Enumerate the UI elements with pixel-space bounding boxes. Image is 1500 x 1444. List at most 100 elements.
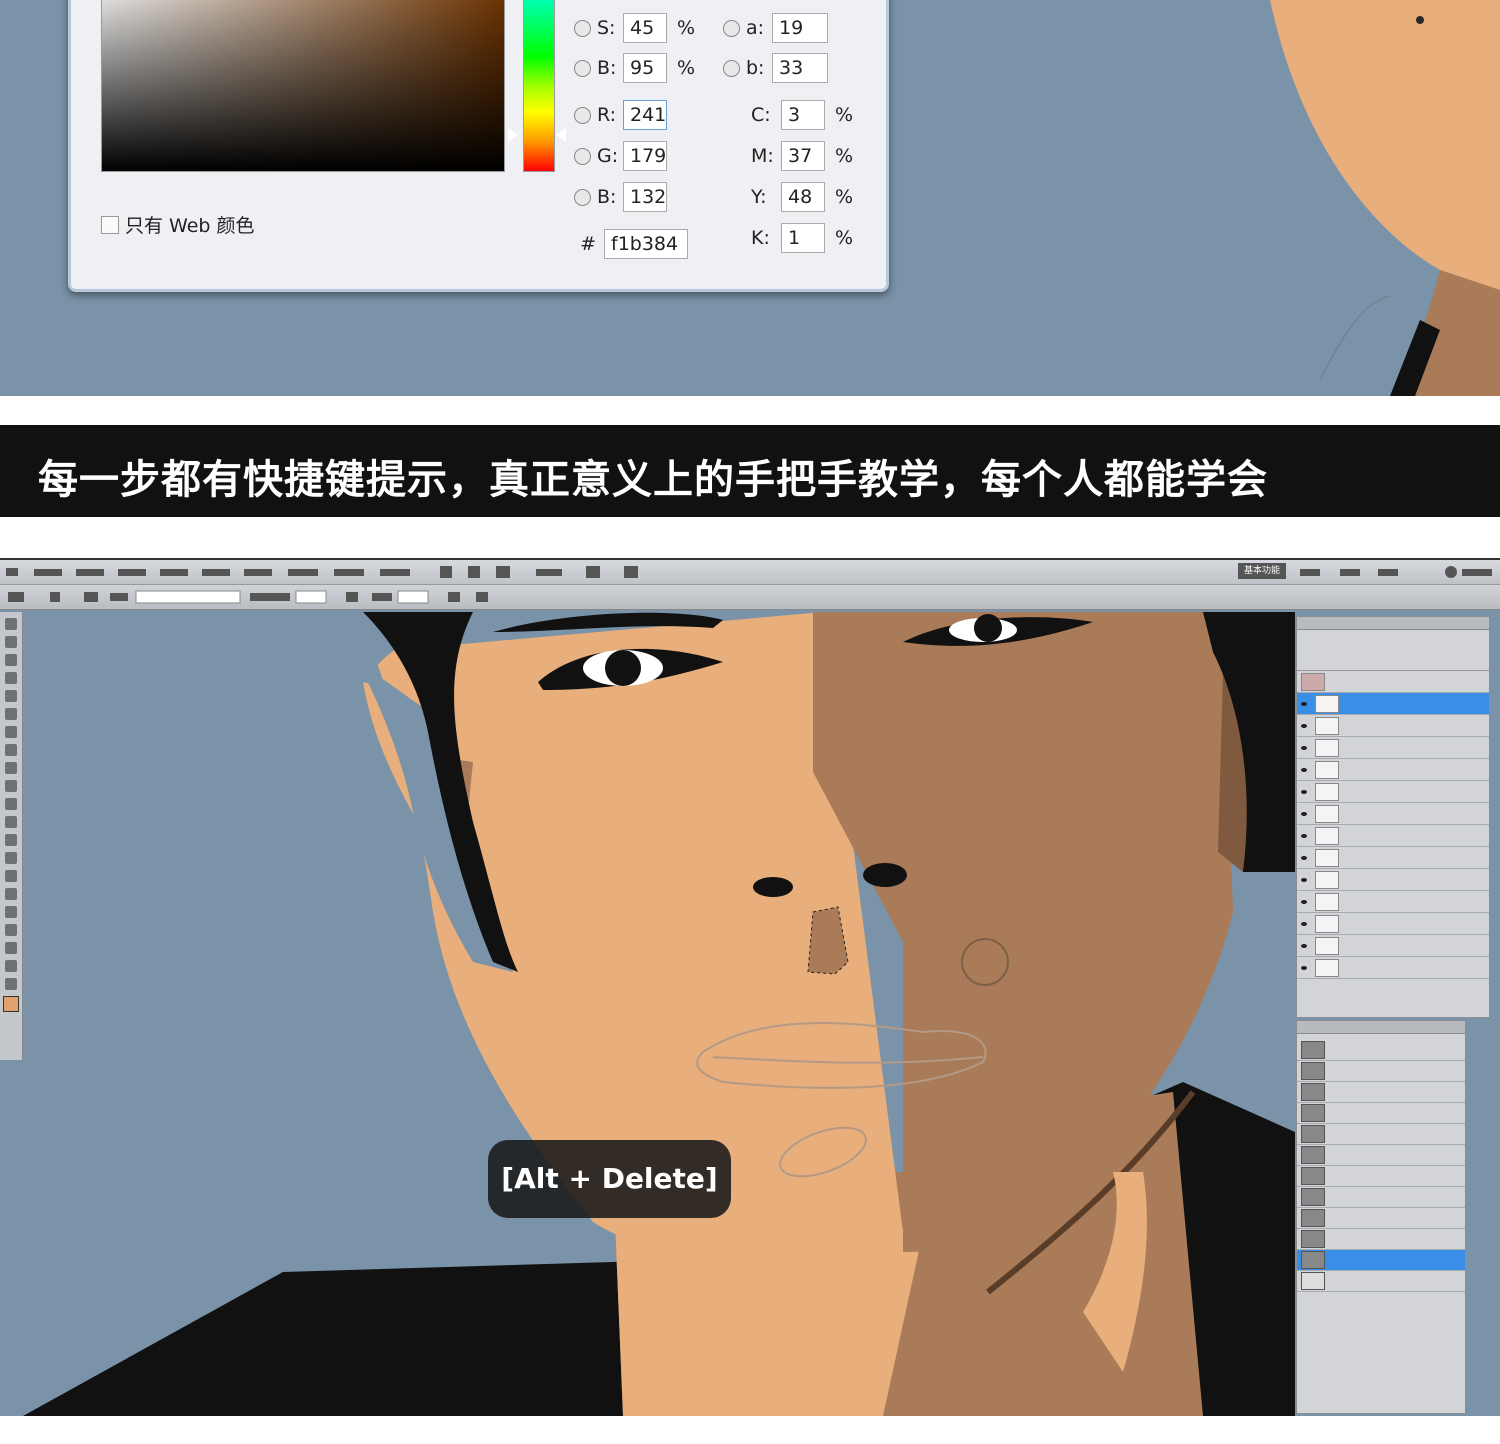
radio-g[interactable] xyxy=(574,147,591,165)
dodge-tool-icon[interactable] xyxy=(5,852,17,864)
radio-a[interactable] xyxy=(723,19,740,37)
web-only-option[interactable]: 只有 Web 颜色 xyxy=(101,211,255,238)
history-state[interactable] xyxy=(1297,1166,1465,1187)
slider-left-arrow-icon[interactable] xyxy=(508,128,518,142)
web-only-label: 只有 Web 颜色 xyxy=(125,215,255,237)
healing-tool-icon[interactable] xyxy=(5,726,17,738)
portrait-fragment xyxy=(1270,0,1500,396)
web-only-checkbox[interactable] xyxy=(101,215,119,234)
history-state[interactable] xyxy=(1297,1040,1465,1061)
layer-row[interactable] xyxy=(1297,715,1489,737)
layer-row[interactable] xyxy=(1297,891,1489,913)
shape-tool-icon[interactable] xyxy=(5,924,17,936)
options-bar xyxy=(0,585,1500,610)
tools-panel xyxy=(0,612,23,1060)
input-b-hsb[interactable]: 95 xyxy=(623,53,667,83)
history-state[interactable] xyxy=(1297,1145,1465,1166)
unit-s: % xyxy=(677,17,696,39)
stamp-tool-icon[interactable] xyxy=(5,762,17,774)
history-state[interactable] xyxy=(1297,1082,1465,1103)
move-tool-icon[interactable] xyxy=(5,618,17,630)
row-b-hsb: B: 95 % xyxy=(574,53,695,83)
input-b-rgb[interactable]: 132 xyxy=(623,182,667,212)
eraser-tool-icon[interactable] xyxy=(5,798,17,810)
layer-row[interactable] xyxy=(1297,957,1489,979)
layers-blend-controls[interactable] xyxy=(1297,630,1489,671)
blur-tool-icon[interactable] xyxy=(5,834,17,846)
label-b-hsb: B: xyxy=(597,57,617,79)
layer-row[interactable] xyxy=(1297,803,1489,825)
history-state[interactable] xyxy=(1297,1103,1465,1124)
input-y[interactable]: 48 xyxy=(781,182,825,212)
layers-panel-header[interactable] xyxy=(1297,617,1489,630)
input-a[interactable]: 19 xyxy=(772,13,828,43)
row-lab-b: b: 33 xyxy=(723,53,828,83)
portrait-canvas[interactable] xyxy=(23,612,1295,1416)
foreground-color-swatch[interactable] xyxy=(3,996,19,1012)
eyedropper-tool-icon[interactable] xyxy=(5,708,17,720)
unit-y: % xyxy=(835,186,854,208)
input-m[interactable]: 37 xyxy=(781,141,825,171)
top-canvas-area: 只有 Web 颜色 S: 45 % B: 95 % R: 241 G: 179 … xyxy=(0,0,1500,396)
layer-row[interactable] xyxy=(1297,869,1489,891)
history-state[interactable] xyxy=(1297,1124,1465,1145)
history-state[interactable] xyxy=(1297,1271,1465,1292)
history-state-selected[interactable] xyxy=(1297,1250,1465,1271)
quick-select-tool-icon[interactable] xyxy=(5,672,17,684)
shortcut-hint: [Alt + Delete] xyxy=(488,1140,731,1218)
layer-row-selected[interactable] xyxy=(1297,693,1489,715)
radio-lab-b[interactable] xyxy=(723,59,740,77)
input-s[interactable]: 45 xyxy=(623,13,667,43)
layer-row[interactable] xyxy=(1297,671,1489,693)
type-tool-icon[interactable] xyxy=(5,888,17,900)
hex-input[interactable]: f1b384 xyxy=(604,229,688,259)
layer-row[interactable] xyxy=(1297,781,1489,803)
radio-s[interactable] xyxy=(574,19,591,37)
label-k: K: xyxy=(751,227,770,249)
label-r: R: xyxy=(597,104,617,126)
marquee-tool-icon[interactable] xyxy=(5,636,17,648)
layer-row[interactable] xyxy=(1297,913,1489,935)
path-select-tool-icon[interactable] xyxy=(5,906,17,918)
menu-bar: 基本功能 xyxy=(0,560,1500,585)
crop-tool-icon[interactable] xyxy=(5,690,17,702)
unit-b-hsb: % xyxy=(677,57,696,79)
radio-b-rgb[interactable] xyxy=(574,188,591,206)
unit-c: % xyxy=(835,104,854,126)
history-brush-tool-icon[interactable] xyxy=(5,780,17,792)
hand-tool-icon[interactable] xyxy=(5,960,17,972)
workspace-switcher[interactable]: 基本功能 xyxy=(1238,563,1286,579)
input-r[interactable]: 241 xyxy=(623,100,667,130)
input-k[interactable]: 1 xyxy=(781,223,825,253)
brush-tool-icon[interactable] xyxy=(5,744,17,756)
label-y: Y: xyxy=(751,186,767,208)
banner-text: 每一步都有快捷键提示，真正意义上的手把手教学，每个人都能学会 xyxy=(38,457,1268,503)
unit-k: % xyxy=(835,227,854,249)
input-c[interactable]: 3 xyxy=(781,100,825,130)
history-state[interactable] xyxy=(1297,1208,1465,1229)
row-c: C: 3 % xyxy=(751,100,853,130)
layer-row[interactable] xyxy=(1297,759,1489,781)
input-g[interactable]: 179 xyxy=(623,141,667,171)
layer-row[interactable] xyxy=(1297,737,1489,759)
color-field[interactable] xyxy=(101,0,505,172)
layer-row[interactable] xyxy=(1297,935,1489,957)
row-m: M: 37 % xyxy=(751,141,853,171)
hue-slider[interactable] xyxy=(523,0,555,172)
radio-r[interactable] xyxy=(574,106,591,124)
history-state[interactable] xyxy=(1297,1061,1465,1082)
3d-tool-icon[interactable] xyxy=(5,942,17,954)
slider-right-arrow-icon[interactable] xyxy=(556,128,566,142)
row-a: a: 19 xyxy=(723,13,828,43)
gradient-tool-icon[interactable] xyxy=(5,816,17,828)
pen-tool-icon[interactable] xyxy=(5,870,17,882)
history-panel-header[interactable] xyxy=(1297,1021,1465,1034)
layer-row[interactable] xyxy=(1297,825,1489,847)
layer-row[interactable] xyxy=(1297,847,1489,869)
lasso-tool-icon[interactable] xyxy=(5,654,17,666)
zoom-tool-icon[interactable] xyxy=(5,978,17,990)
history-state[interactable] xyxy=(1297,1229,1465,1250)
input-lab-b[interactable]: 33 xyxy=(772,53,828,83)
history-state[interactable] xyxy=(1297,1187,1465,1208)
radio-b-hsb[interactable] xyxy=(574,59,591,77)
